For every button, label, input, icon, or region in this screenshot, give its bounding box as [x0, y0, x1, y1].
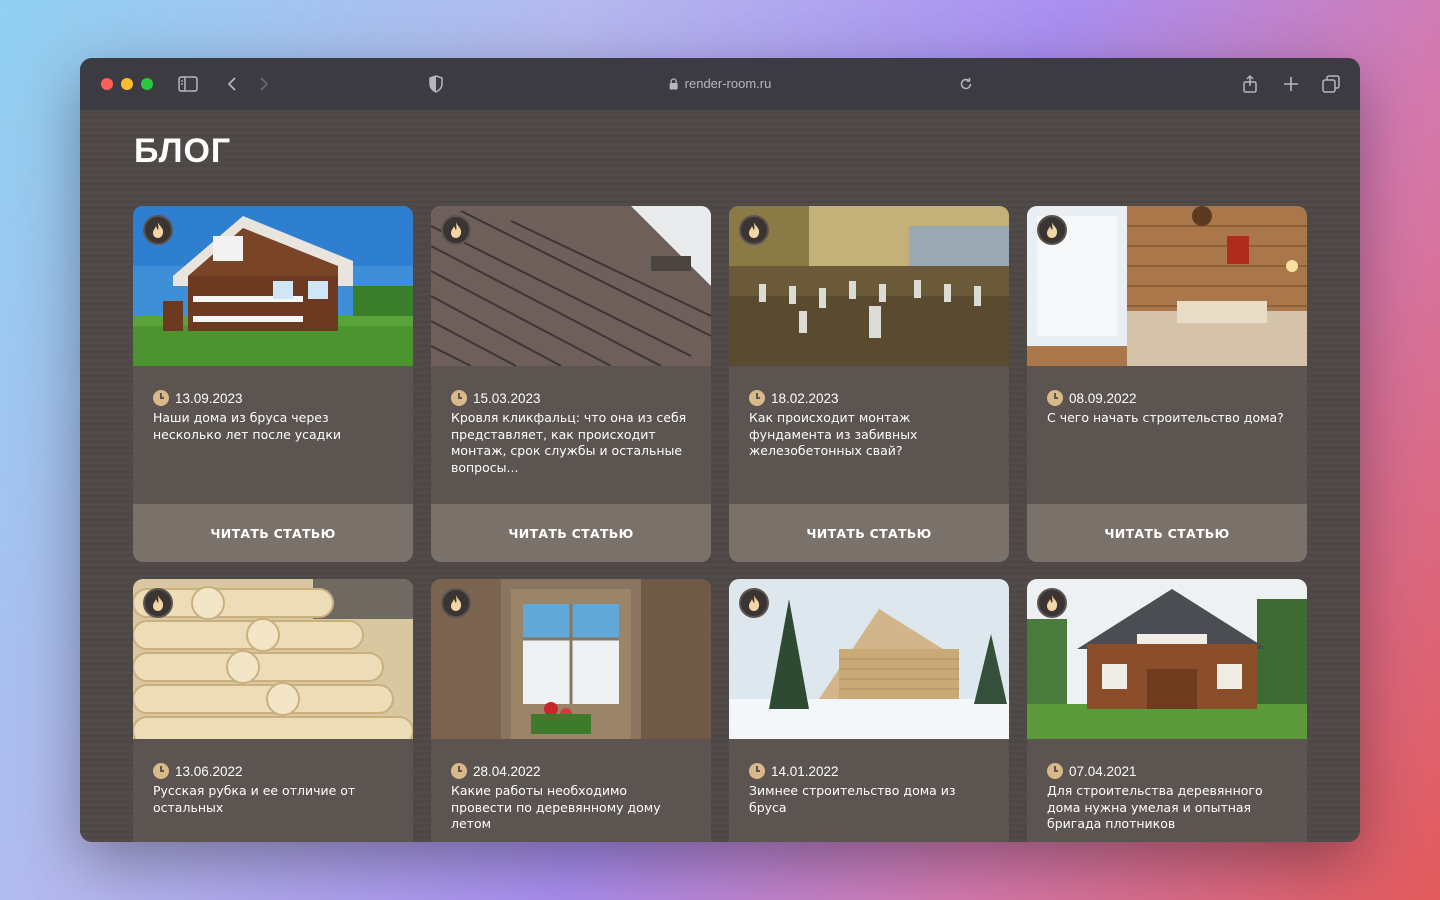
- card-image-piles[interactable]: [729, 206, 1009, 366]
- card-date: 14.01.2022: [749, 763, 989, 779]
- card-body: 14.01.2022 Зимнее строительство дома из …: [729, 739, 1009, 842]
- url-text: render-room.ru: [684, 76, 772, 91]
- reload-icon[interactable]: [956, 74, 976, 94]
- date-text: 08.09.2022: [1069, 390, 1137, 406]
- address-bar[interactable]: render-room.ru: [669, 76, 772, 91]
- sidebar-toggle-icon[interactable]: [178, 74, 198, 94]
- browser-toolbar: render-room.ru: [80, 58, 1360, 110]
- fire-icon: [441, 588, 471, 618]
- blog-card[interactable]: 15.03.2023 Кровля кликфальц: что она из …: [431, 206, 711, 562]
- tab-overview-icon[interactable]: [1321, 74, 1341, 94]
- fire-icon: [441, 215, 471, 245]
- card-image-two-story-house[interactable]: [1027, 579, 1307, 739]
- fire-icon: [1037, 215, 1067, 245]
- card-title[interactable]: Какие работы необходимо провести по дере…: [451, 783, 691, 833]
- card-date: 08.09.2022: [1047, 390, 1287, 406]
- privacy-shield-icon[interactable]: [426, 74, 446, 94]
- clock-icon: [749, 763, 765, 779]
- date-text: 07.04.2021: [1069, 763, 1137, 779]
- clock-icon: [1047, 763, 1063, 779]
- card-title[interactable]: Наши дома из бруса через несколько лет п…: [153, 410, 393, 443]
- date-text: 14.01.2022: [771, 763, 839, 779]
- fire-icon: [1037, 588, 1067, 618]
- clock-icon: [153, 763, 169, 779]
- close-window-button[interactable]: [101, 78, 113, 90]
- card-date: 18.02.2023: [749, 390, 989, 406]
- forward-icon[interactable]: [254, 74, 274, 94]
- card-body: 28.04.2022 Какие работы необходимо прове…: [431, 739, 711, 842]
- card-body: 13.09.2023 Наши дома из бруса через неск…: [133, 366, 413, 504]
- blog-card[interactable]: 28.04.2022 Какие работы необходимо прове…: [431, 579, 711, 842]
- fire-icon: [739, 215, 769, 245]
- clock-icon: [153, 390, 169, 406]
- blog-card[interactable]: 13.09.2023 Наши дома из бруса через неск…: [133, 206, 413, 562]
- blog-card[interactable]: 13.06.2022 Русская рубка и ее отличие от…: [133, 579, 413, 842]
- card-title[interactable]: С чего начать строительство дома?: [1047, 410, 1287, 427]
- lock-icon: [669, 77, 678, 89]
- card-title[interactable]: Русская рубка и ее отличие от остальных: [153, 783, 393, 816]
- date-text: 13.09.2023: [175, 390, 243, 406]
- clock-icon: [451, 763, 467, 779]
- clock-icon: [749, 390, 765, 406]
- browser-window: render-room.ru БЛОГ 13.09.2023 Наши дома…: [80, 58, 1360, 842]
- fire-icon: [739, 588, 769, 618]
- card-title[interactable]: Зимнее строительство дома из бруса: [749, 783, 989, 816]
- card-date: 07.04.2021: [1047, 763, 1287, 779]
- fire-icon: [143, 215, 173, 245]
- card-title[interactable]: Для строительства деревянного дома нужна…: [1047, 783, 1287, 833]
- card-date: 13.09.2023: [153, 390, 393, 406]
- read-article-button[interactable]: ЧИТАТЬ СТАТЬЮ: [729, 504, 1009, 562]
- read-article-button[interactable]: ЧИТАТЬ СТАТЬЮ: [431, 504, 711, 562]
- share-icon[interactable]: [1240, 74, 1260, 94]
- card-body: 15.03.2023 Кровля кликфальц: что она из …: [431, 366, 711, 504]
- blog-card[interactable]: 18.02.2023 Как происходит монтаж фундаме…: [729, 206, 1009, 562]
- card-date: 28.04.2022: [451, 763, 691, 779]
- card-image-bedroom[interactable]: [1027, 206, 1307, 366]
- card-date: 13.06.2022: [153, 763, 393, 779]
- card-body: 07.04.2021 Для строительства деревянного…: [1027, 739, 1307, 842]
- card-image-winter[interactable]: [729, 579, 1009, 739]
- date-text: 13.06.2022: [175, 763, 243, 779]
- read-article-button[interactable]: ЧИТАТЬ СТАТЬЮ: [1027, 504, 1307, 562]
- blog-card[interactable]: 08.09.2022 С чего начать строительство д…: [1027, 206, 1307, 562]
- back-icon[interactable]: [222, 74, 242, 94]
- date-text: 28.04.2022: [473, 763, 541, 779]
- card-body: 08.09.2022 С чего начать строительство д…: [1027, 366, 1307, 504]
- zoom-window-button[interactable]: [141, 78, 153, 90]
- date-text: 15.03.2023: [473, 390, 541, 406]
- card-title[interactable]: Кровля кликфальц: что она из себя предст…: [451, 410, 691, 476]
- clock-icon: [1047, 390, 1063, 406]
- card-body: 18.02.2023 Как происходит монтаж фундаме…: [729, 366, 1009, 504]
- new-tab-icon[interactable]: [1281, 74, 1301, 94]
- card-image-logs[interactable]: [133, 579, 413, 739]
- window-controls: [101, 78, 153, 90]
- blog-card[interactable]: 14.01.2022 Зимнее строительство дома из …: [729, 579, 1009, 842]
- card-image-window[interactable]: [431, 579, 711, 739]
- read-article-button[interactable]: ЧИТАТЬ СТАТЬЮ: [133, 504, 413, 562]
- page-title: БЛОГ: [134, 132, 232, 170]
- card-title[interactable]: Как происходит монтаж фундамента из заби…: [749, 410, 989, 460]
- card-image-house[interactable]: [133, 206, 413, 366]
- date-text: 18.02.2023: [771, 390, 839, 406]
- blog-card[interactable]: 07.04.2021 Для строительства деревянного…: [1027, 579, 1307, 842]
- clock-icon: [451, 390, 467, 406]
- page-content: БЛОГ 13.09.2023 Наши дома из бруса через…: [80, 110, 1360, 842]
- card-body: 13.06.2022 Русская рубка и ее отличие от…: [133, 739, 413, 842]
- fire-icon: [143, 588, 173, 618]
- minimize-window-button[interactable]: [121, 78, 133, 90]
- card-date: 15.03.2023: [451, 390, 691, 406]
- card-image-roof[interactable]: [431, 206, 711, 366]
